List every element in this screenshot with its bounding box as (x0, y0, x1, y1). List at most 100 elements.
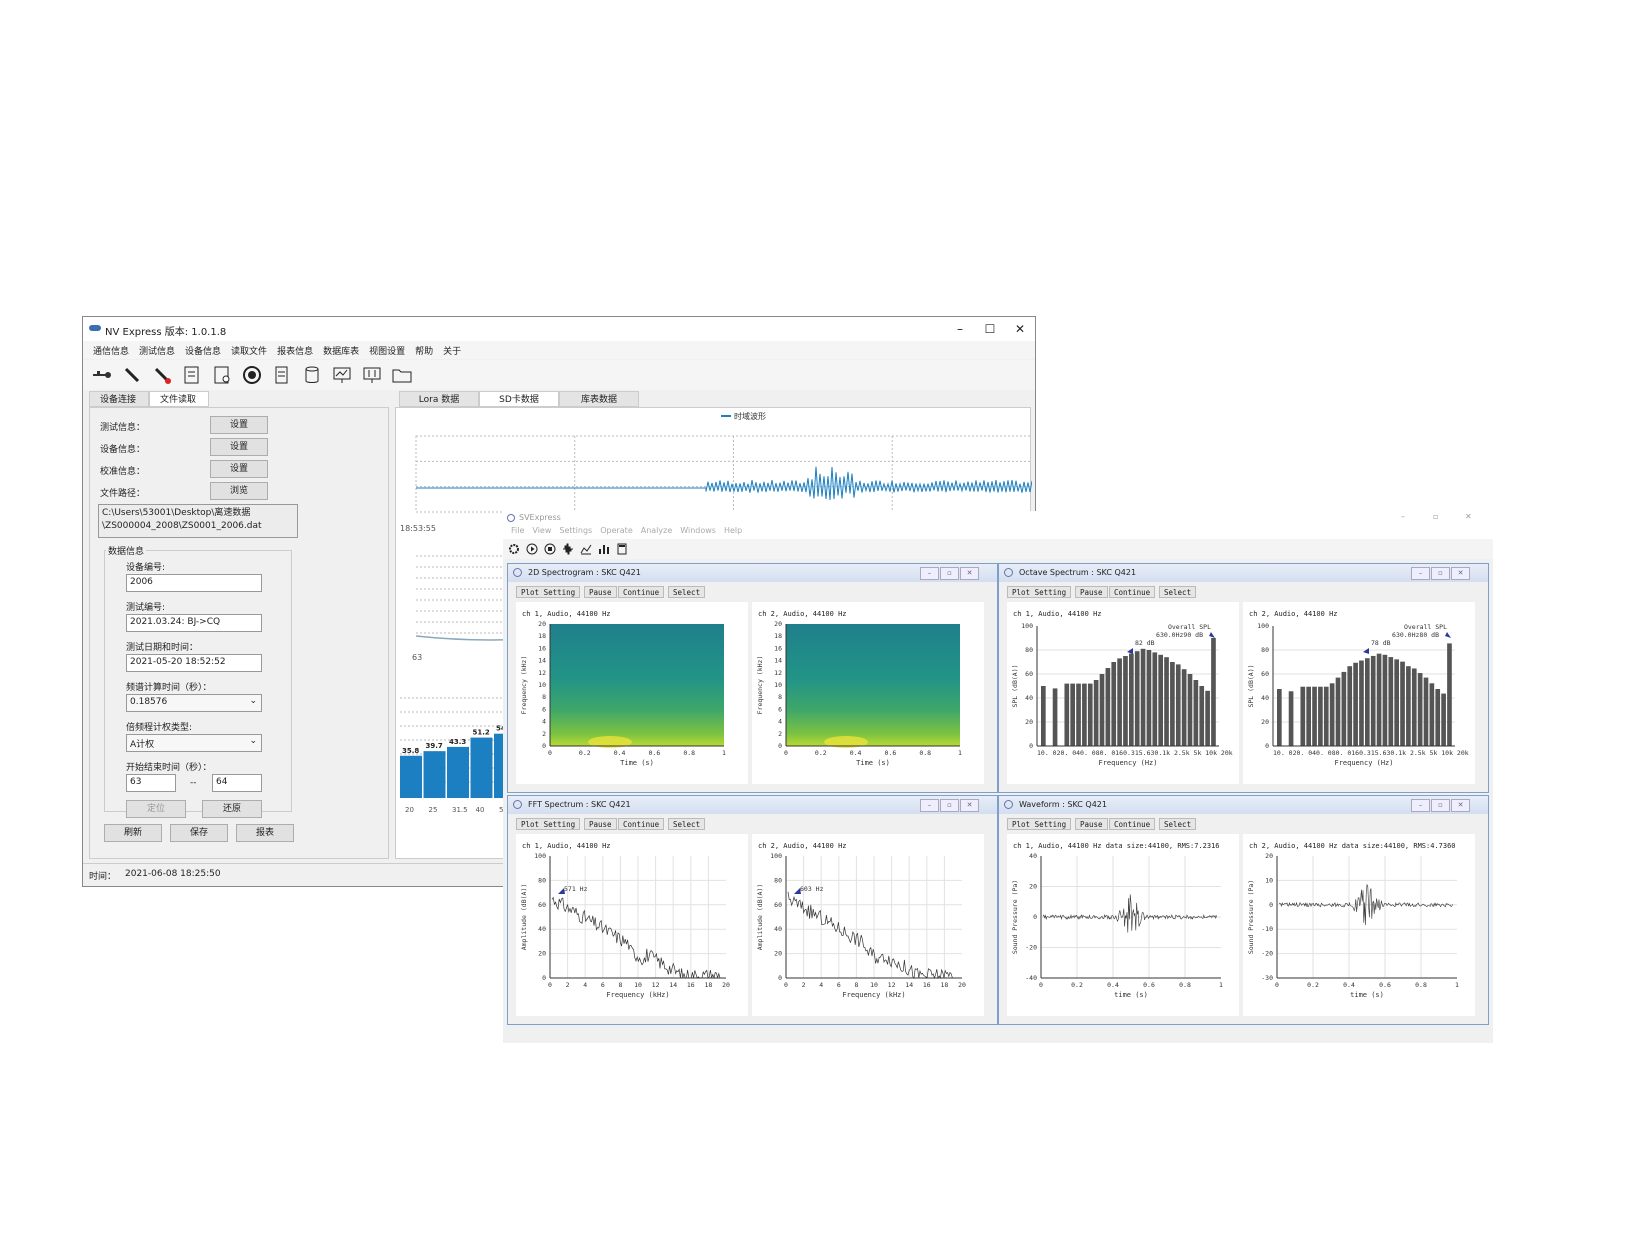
menu-test-info[interactable]: 测试信息 (139, 344, 175, 357)
continue-button[interactable]: Continue (1109, 818, 1156, 830)
octave-bar (1070, 683, 1075, 746)
file-path-label: 文件路径： (100, 489, 146, 499)
spectrogram-xtick: 0.2 (815, 749, 827, 757)
bar-chart-icon[interactable] (597, 542, 611, 556)
database-icon[interactable] (301, 364, 323, 386)
waveform-icon[interactable] (561, 542, 575, 556)
menu-view-settings[interactable]: 视图设置 (369, 344, 405, 357)
menu-read-file[interactable]: 读取文件 (231, 344, 267, 357)
panel-minimize-icon[interactable]: – (920, 567, 939, 580)
plot-setting-button[interactable]: Plot Setting (516, 586, 581, 598)
tab-sd-card-data[interactable]: SD卡数据 (479, 391, 559, 407)
sv-menu-file[interactable]: File (511, 526, 524, 535)
record-icon[interactable] (241, 364, 263, 386)
select-button[interactable]: Select (1159, 818, 1197, 830)
panel-restore-icon[interactable]: ▫ (940, 799, 959, 812)
octave-bar (1341, 671, 1347, 746)
calibration-info-set-button[interactable]: 设置 (210, 460, 268, 478)
save-button[interactable]: 保存 (170, 824, 228, 842)
select-button[interactable]: Select (1159, 586, 1197, 598)
sv-menu-operate[interactable]: Operate (600, 526, 633, 535)
octave-bar (1199, 686, 1205, 746)
tab-device-connect[interactable]: 设备连接 (89, 391, 149, 407)
tab-file-read[interactable]: 文件读取 (149, 391, 209, 407)
waveform-xtick: 0.6 (1379, 981, 1391, 989)
settings-doc-icon[interactable] (211, 364, 233, 386)
plot-setting-button[interactable]: Plot Setting (1007, 818, 1072, 830)
fft-peak-label: 571 Hz (564, 885, 588, 893)
browse-button[interactable]: 浏览 (210, 482, 268, 500)
list-icon[interactable] (271, 364, 293, 386)
menu-report-info[interactable]: 报表信息 (277, 344, 313, 357)
end-time-field[interactable]: 64 (212, 774, 262, 792)
panel-restore-icon[interactable]: ▫ (1431, 567, 1450, 580)
edit-doc-icon[interactable] (181, 364, 203, 386)
probe-red-icon[interactable] (151, 364, 173, 386)
pause-button[interactable]: Pause (1075, 586, 1108, 598)
continue-button[interactable]: Continue (1109, 586, 1156, 598)
panel-minimize-icon[interactable]: – (1411, 567, 1430, 580)
sv-maximize-icon[interactable]: ▫ (1433, 512, 1438, 521)
menu-database[interactable]: 数据库表 (323, 344, 359, 357)
select-button[interactable]: Select (668, 818, 706, 830)
sv-minimize-icon[interactable]: – (1401, 512, 1405, 521)
close-icon[interactable]: ✕ (1009, 320, 1031, 338)
calculator-icon[interactable] (615, 542, 629, 556)
fft-xtick: 8 (618, 981, 622, 989)
plot-setting-button[interactable]: Plot Setting (1007, 586, 1072, 598)
test-info-set-button[interactable]: 设置 (210, 416, 268, 434)
minimize-icon[interactable]: – (949, 320, 971, 338)
sv-menu-help[interactable]: Help (724, 526, 742, 535)
panel-minimize-icon[interactable]: – (920, 799, 939, 812)
test-no-field[interactable]: 2021.03.24: BJ->CQ (126, 614, 262, 632)
pause-button[interactable]: Pause (584, 586, 617, 598)
maximize-icon[interactable]: ☐ (979, 320, 1001, 338)
equalizer-icon[interactable] (361, 364, 383, 386)
test-datetime-field[interactable]: 2021-05-20 18:52:52 (126, 654, 262, 672)
panel-close-icon[interactable]: ✕ (960, 799, 979, 812)
tab-lora-data[interactable]: Lora 数据 (399, 391, 479, 407)
sv-menu-analyze[interactable]: Analyze (641, 526, 673, 535)
panel-close-icon[interactable]: ✕ (1451, 799, 1470, 812)
sv-menu-windows[interactable]: Windows (680, 526, 716, 535)
sv-menu-view[interactable]: View (532, 526, 551, 535)
line-chart-icon[interactable] (579, 542, 593, 556)
panel-minimize-icon[interactable]: – (1411, 799, 1430, 812)
panel-close-icon[interactable]: ✕ (1451, 567, 1470, 580)
continue-button[interactable]: Continue (618, 818, 665, 830)
report-button[interactable]: 报表 (236, 824, 294, 842)
refresh-button[interactable]: 刷新 (104, 824, 162, 842)
spectrum-time-select[interactable]: 0.18576 ⌄ (126, 694, 262, 712)
stop-icon[interactable] (543, 542, 557, 556)
weighting-select[interactable]: A计权 ⌄ (126, 734, 262, 752)
monitor-chart-icon[interactable] (331, 364, 353, 386)
plot-setting-button[interactable]: Plot Setting (516, 818, 581, 830)
probe-icon[interactable] (121, 364, 143, 386)
pause-button[interactable]: Pause (584, 818, 617, 830)
panel-restore-icon[interactable]: ▫ (1431, 799, 1450, 812)
play-icon[interactable] (525, 542, 539, 556)
start-time-field[interactable]: 63 (126, 774, 176, 792)
locate-button[interactable]: 定位 (126, 800, 186, 818)
select-button[interactable]: Select (668, 586, 706, 598)
file-path-field[interactable]: C:\Users\53001\Desktop\离速数据 \ZS000004_20… (98, 504, 298, 538)
pause-button[interactable]: Pause (1075, 818, 1108, 830)
overall-spl-value: 630.0Hz90 dB (1156, 631, 1203, 639)
menu-about[interactable]: 关于 (443, 344, 461, 357)
restore-button[interactable]: 还原 (202, 800, 262, 818)
menu-device-info[interactable]: 设备信息 (185, 344, 221, 357)
panel-close-icon[interactable]: ✕ (960, 567, 979, 580)
gear-icon[interactable] (507, 542, 521, 556)
continue-button[interactable]: Continue (618, 586, 665, 598)
sv-close-icon[interactable]: ✕ (1465, 512, 1472, 521)
device-no-field[interactable]: 2006 (126, 574, 262, 592)
tab-table-data[interactable]: 库表数据 (559, 391, 639, 407)
sv-menu-settings[interactable]: Settings (559, 526, 592, 535)
panel-restore-icon[interactable]: ▫ (940, 567, 959, 580)
octave-bar-label: 39.7 (426, 742, 443, 750)
folder-icon[interactable] (391, 364, 413, 386)
usb-icon[interactable] (91, 364, 113, 386)
menu-comm-info[interactable]: 通信信息 (93, 344, 129, 357)
device-info-set-button[interactable]: 设置 (210, 438, 268, 456)
menu-help[interactable]: 帮助 (415, 344, 433, 357)
